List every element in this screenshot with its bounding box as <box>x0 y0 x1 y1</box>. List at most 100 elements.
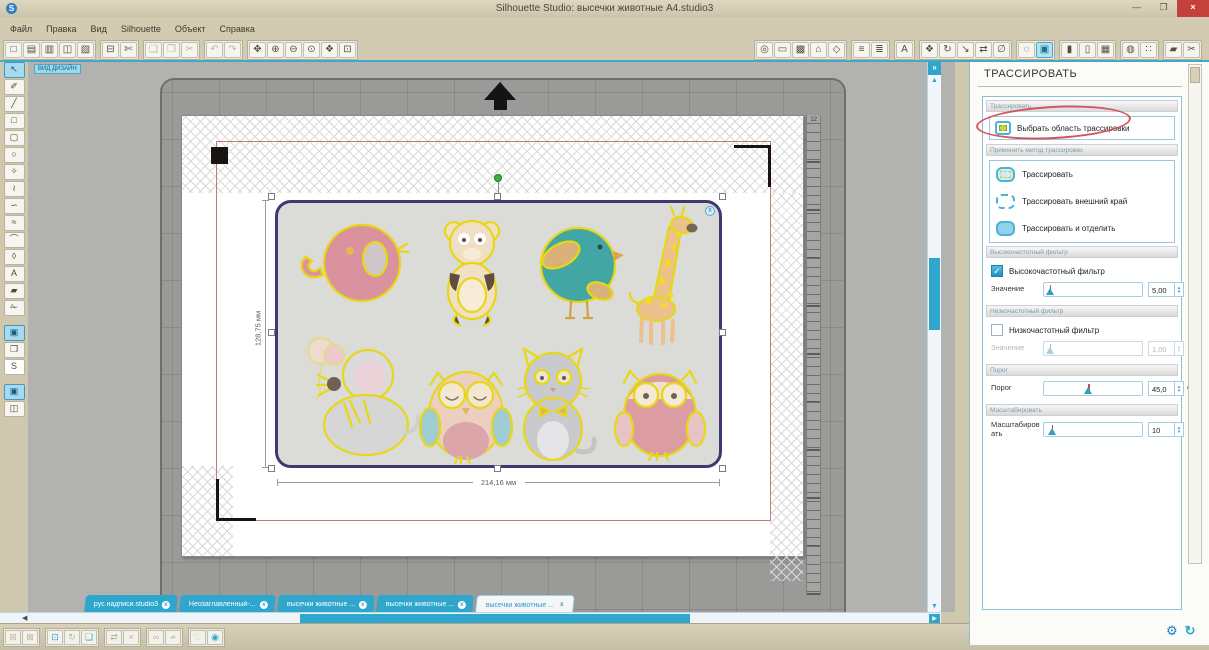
select-all-icon[interactable]: ⊞ <box>5 630 21 645</box>
rectangle-tool[interactable]: □ <box>4 113 25 129</box>
shape-style-icon[interactable]: ◇ <box>828 42 845 58</box>
vertical-scrollbar[interactable]: » ▲ ▼ <box>927 62 941 612</box>
freehand-tool[interactable]: ∽ <box>4 198 25 214</box>
modify-icon[interactable]: ∅ <box>993 42 1010 58</box>
close-button[interactable]: × <box>1177 0 1209 17</box>
polygon-tool[interactable]: ✧ <box>4 164 25 180</box>
arc-tool[interactable]: ⌒ <box>4 232 25 248</box>
registration-marks-icon[interactable]: ⌂ <box>810 42 827 58</box>
trace-outer-edge-button[interactable]: Трассировать внешний край <box>990 188 1174 215</box>
minimize-button[interactable]: — <box>1123 0 1150 17</box>
rotate-copy-icon[interactable]: ↻ <box>64 630 80 645</box>
delete-icon[interactable]: × <box>123 630 139 645</box>
scale-spinner[interactable]: 10 ▴▾ <box>1148 422 1184 437</box>
vertical-scroll-thumb[interactable] <box>929 258 940 330</box>
rotation-handle[interactable] <box>494 174 502 182</box>
knife-tool[interactable]: ✁ <box>4 300 25 316</box>
spinner-arrows-icon[interactable]: ▴▾ <box>1174 423 1183 436</box>
pin-icon[interactable]: ◎ <box>756 42 773 58</box>
scale-slider[interactable] <box>1043 422 1143 437</box>
cut-icon[interactable]: ✂ <box>181 42 198 58</box>
tab-vysechki-2[interactable]: высечки животные ... x <box>376 595 474 612</box>
maximize-button[interactable]: ❐ <box>1150 0 1177 17</box>
selection-handle[interactable] <box>268 329 275 336</box>
align-icon[interactable]: ⇄ <box>975 42 992 58</box>
selection-handle[interactable] <box>719 193 726 200</box>
device-portrait-icon[interactable]: ▮ <box>1061 42 1078 58</box>
page-setup-icon[interactable]: ▭ <box>774 42 791 58</box>
selection-handle[interactable] <box>719 329 726 336</box>
new-document-icon[interactable]: □ <box>5 42 22 58</box>
menu-help[interactable]: Справка <box>213 21 262 37</box>
close-tab-icon[interactable]: x <box>162 601 170 609</box>
fit-page-icon[interactable]: ⊡ <box>339 42 356 58</box>
scroll-up-icon[interactable]: ▲ <box>928 75 941 87</box>
high-pass-checkbox[interactable]: ✓ <box>991 265 1003 277</box>
edit-points-tool[interactable]: ✐ <box>4 79 25 95</box>
low-pass-checkbox[interactable] <box>991 324 1003 336</box>
ellipse-tool[interactable]: ○ <box>4 147 25 163</box>
select-trace-area-button[interactable]: Выбрать область трассировки <box>989 116 1175 140</box>
high-pass-spinner[interactable]: 5,00 ▴▾ <box>1148 282 1184 297</box>
store-view-button[interactable]: S <box>4 359 25 375</box>
text-style-icon[interactable]: A <box>896 42 913 58</box>
tab-vysechki-1[interactable]: высечки животные ... x <box>277 595 375 612</box>
print-icon[interactable]: ⊟ <box>102 42 119 58</box>
selection-handle[interactable] <box>494 465 501 472</box>
select-tool[interactable]: ↖ <box>4 62 25 78</box>
undo-icon[interactable]: ↶ <box>206 42 223 58</box>
smooth-freehand-tool[interactable]: ≈ <box>4 215 25 231</box>
rounded-rectangle-tool[interactable]: ▢ <box>4 130 25 146</box>
sync-refresh-icon[interactable]: ↻ <box>1185 623 1196 639</box>
preferences-gear-icon[interactable]: ⚙ <box>1166 623 1178 639</box>
selected-image[interactable]: x <box>275 200 722 468</box>
close-tab-icon[interactable]: x <box>260 601 268 609</box>
spinner-arrows-icon[interactable]: ▴▾ <box>1174 382 1183 395</box>
zoom-region-icon[interactable]: ⊡ <box>47 630 63 645</box>
save-to-library-icon[interactable]: ▧ <box>77 42 94 58</box>
single-window-button[interactable]: ▣ <box>4 384 25 400</box>
threshold-slider[interactable] <box>1043 381 1143 396</box>
menu-view[interactable]: Вид <box>84 21 114 37</box>
eraser-icon[interactable]: ▰ <box>1165 42 1182 58</box>
transform-icon[interactable]: ❖ <box>921 42 938 58</box>
trace-button[interactable]: Трассировать <box>990 161 1174 188</box>
open-icon[interactable]: ▤ <box>23 42 40 58</box>
spinner-arrows-icon[interactable]: ▴▾ <box>1174 283 1183 296</box>
curve-tool[interactable]: ≀ <box>4 181 25 197</box>
menu-object[interactable]: Объект <box>168 21 213 37</box>
offset-icon[interactable]: ◌ <box>1018 42 1035 58</box>
design-canvas[interactable]: ВИД ДИЗАЙН 12 <box>28 62 955 612</box>
drag-zoom-icon[interactable]: ❖ <box>321 42 338 58</box>
selection-handle[interactable] <box>719 465 726 472</box>
menu-file[interactable]: Файл <box>3 21 39 37</box>
redo-icon[interactable]: ↷ <box>224 42 241 58</box>
save-icon[interactable]: ◫ <box>59 42 76 58</box>
open-library-icon[interactable]: ▥ <box>41 42 58 58</box>
tab-rus-nadpisi[interactable]: рус.надписи.studio3 x <box>84 595 178 612</box>
dock-tab[interactable] <box>1190 67 1200 83</box>
close-tab-icon[interactable]: x <box>458 601 466 609</box>
detach-icon[interactable]: ≁ <box>165 630 181 645</box>
rotate-icon[interactable]: ↻ <box>939 42 956 58</box>
split-window-button[interactable]: ◫ <box>4 401 25 417</box>
knife-icon[interactable]: ✂ <box>1183 42 1200 58</box>
line-tool[interactable]: ╱ <box>4 96 25 112</box>
tab-vysechki-3[interactable]: высечки животные ... x <box>475 595 575 612</box>
pan-icon[interactable]: ✥ <box>249 42 266 58</box>
cutting-mat-icon[interactable]: ▩ <box>792 42 809 58</box>
expand-panel-icon[interactable]: » <box>928 62 941 75</box>
fill-style-icon[interactable]: ≣ <box>871 42 888 58</box>
attach-icon[interactable]: ∞ <box>148 630 164 645</box>
pixscan-icon[interactable]: ◍ <box>1122 42 1139 58</box>
line-style-icon[interactable]: ≡ <box>853 42 870 58</box>
eraser-tool[interactable]: ▰ <box>4 283 25 299</box>
deselect-all-icon[interactable]: ⊠ <box>22 630 38 645</box>
selection-handle[interactable] <box>268 465 275 472</box>
menu-silhouette[interactable]: Silhouette <box>114 21 168 37</box>
regular-polygon-tool[interactable]: ◊ <box>4 249 25 265</box>
zoom-selection-icon[interactable]: ⊙ <box>303 42 320 58</box>
rhinestone-icon[interactable]: ∷ <box>1140 42 1157 58</box>
high-pass-slider[interactable] <box>1043 282 1143 297</box>
like-icon[interactable]: ♡ <box>190 630 206 645</box>
